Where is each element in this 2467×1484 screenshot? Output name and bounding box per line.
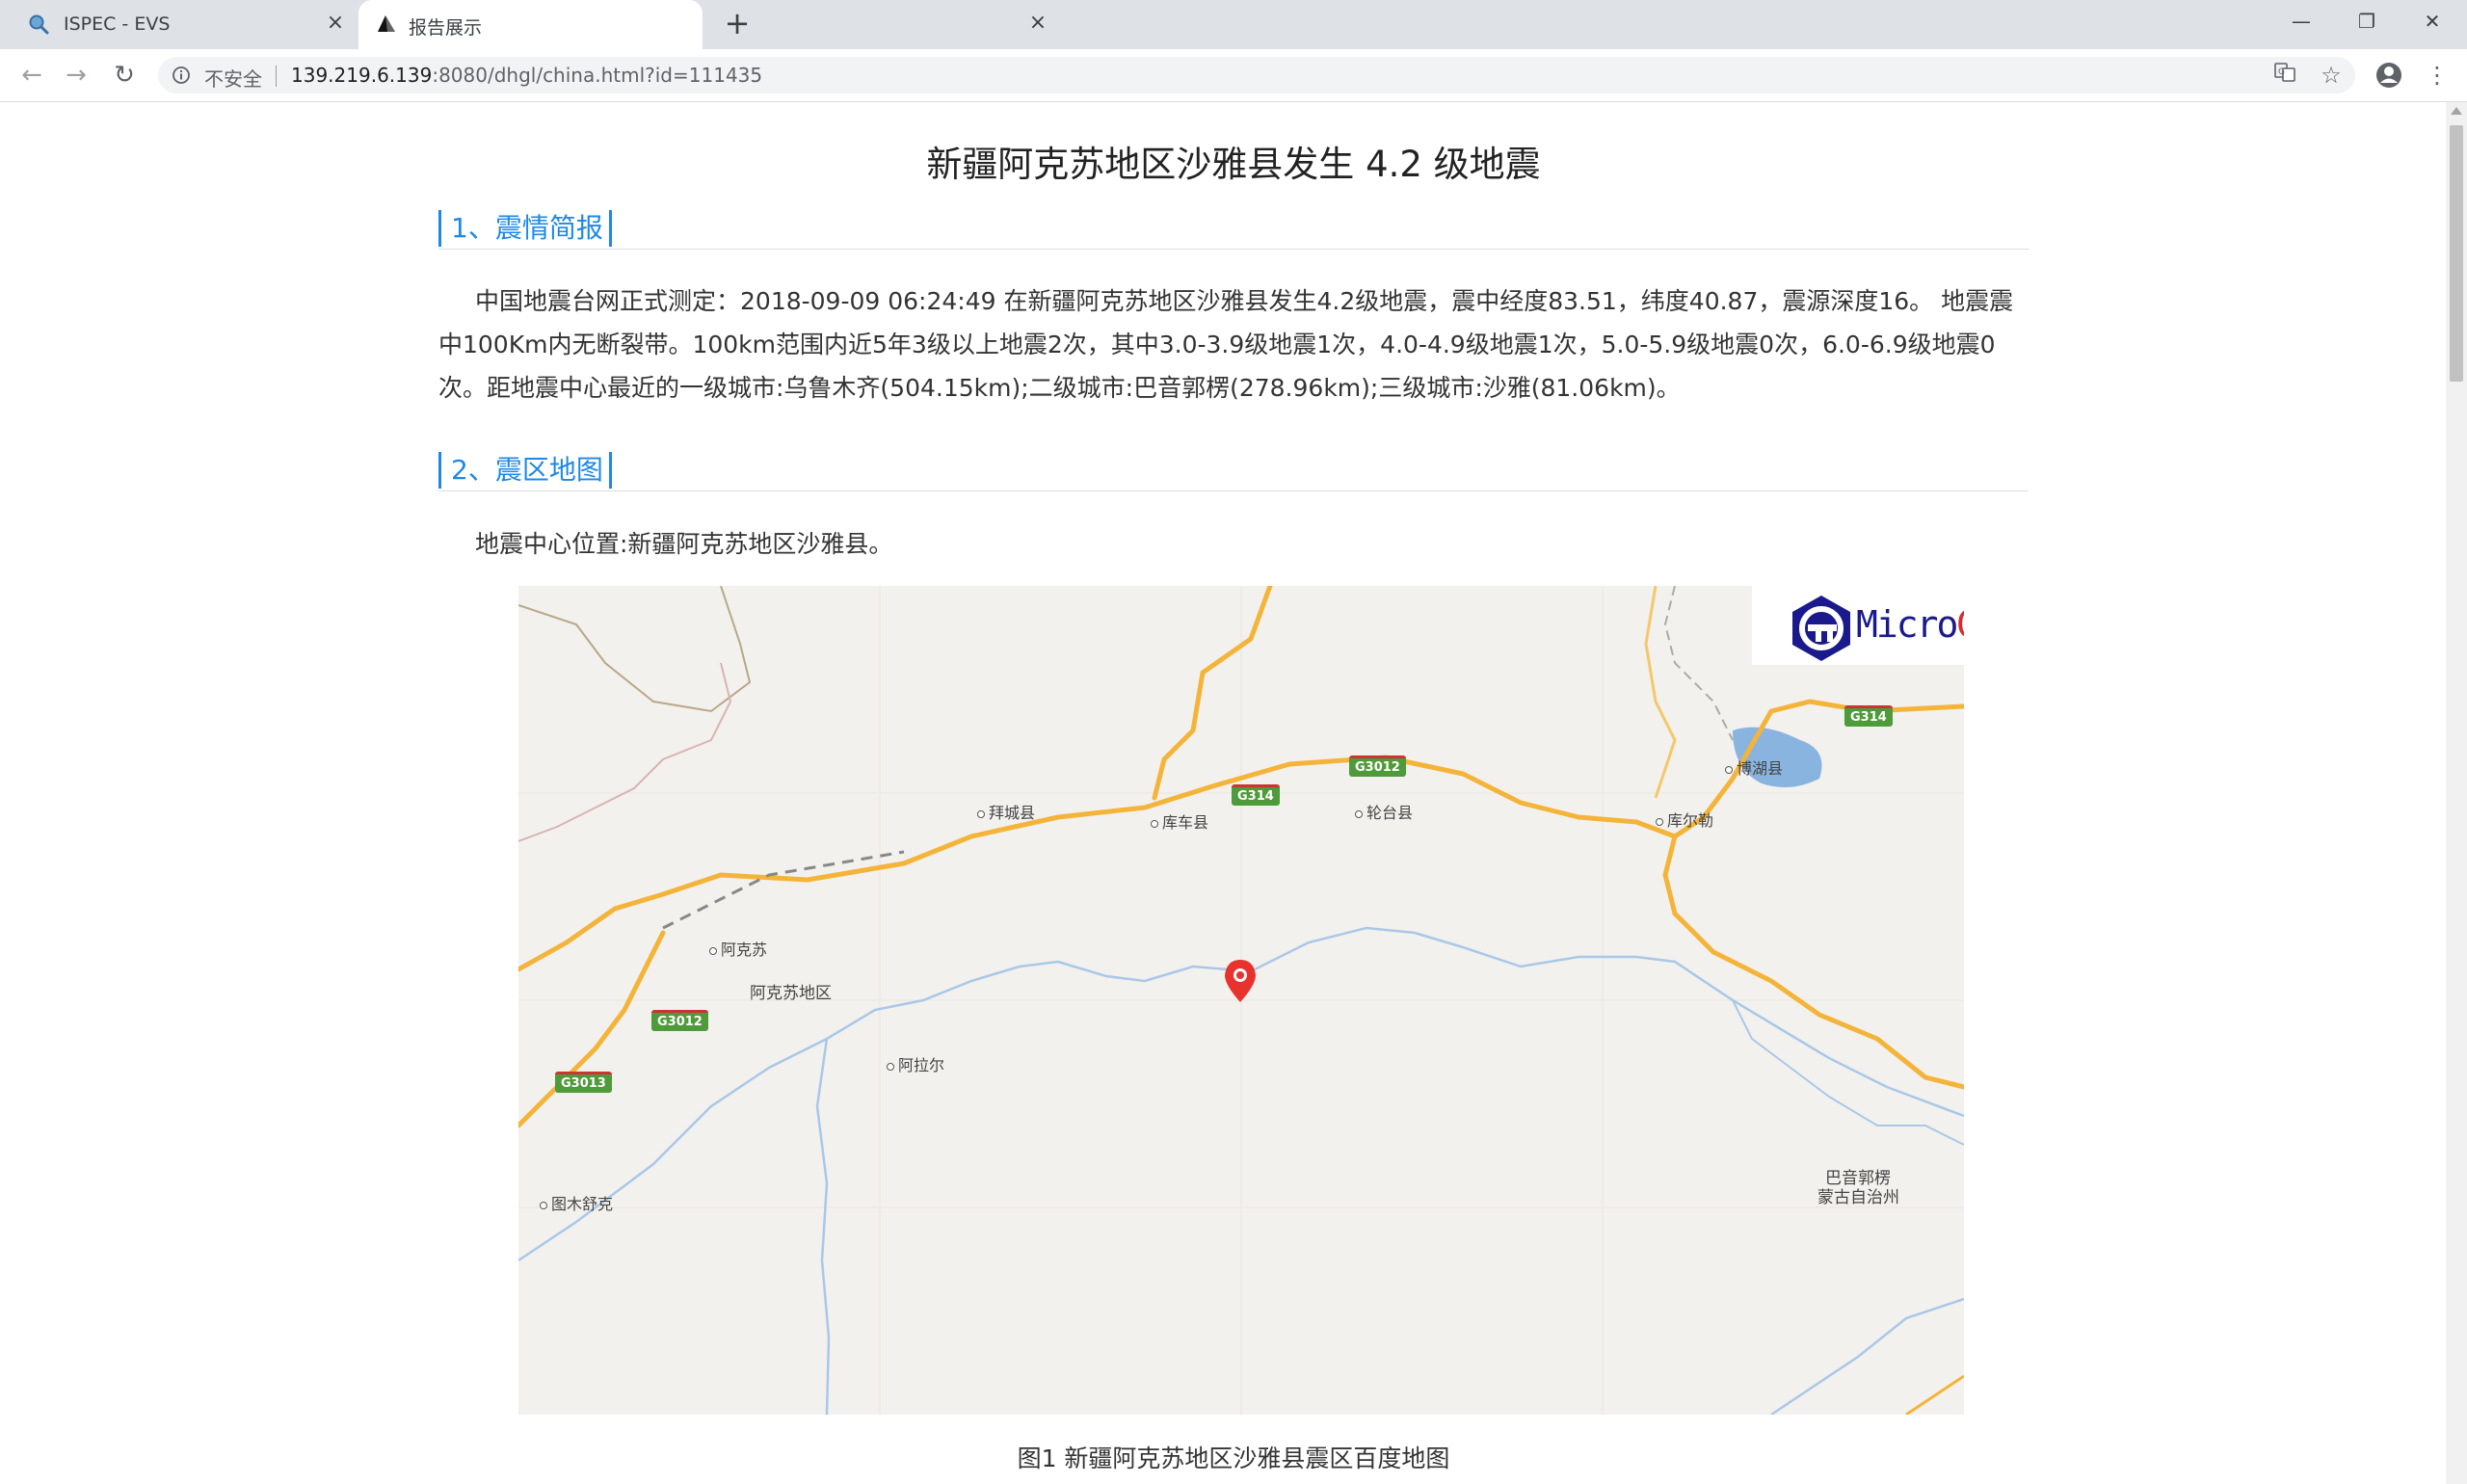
- tab-ispec-evs[interactable]: ISPEC - EVS ×: [0, 0, 355, 49]
- briefing-paragraph: 中国地震台网正式测定：2018-09-09 06:24:49 在新疆阿克苏地区沙…: [438, 287, 2014, 402]
- figure-caption: 图1 新疆阿克苏地区沙雅县震区百度地图: [1017, 1444, 1450, 1472]
- sail-icon: [376, 13, 397, 38]
- city-dot: [1151, 819, 1158, 828]
- page-content: 新疆阿克苏地区沙雅县发生 4.2 级地震 1、震情简报 中国地震台网正式测定：2…: [0, 102, 2446, 1484]
- section-heading-briefing: 1、震情简报: [438, 210, 2029, 250]
- map-city-label: 拜城县: [977, 800, 1035, 823]
- microg-logo-icon: [1792, 596, 1850, 661]
- map-region-label: 蒙古自治州: [1817, 1188, 1899, 1207]
- map-canvas: [518, 586, 1964, 1415]
- url-text[interactable]: 139.219.6.139:8080/dhgl/china.html?id=11…: [291, 64, 762, 87]
- microg-logo: MicroG: [1752, 586, 1964, 665]
- scroll-up-arrow-icon[interactable]: [2451, 107, 2462, 115]
- map-city-label: 博湖县: [1725, 755, 1783, 779]
- info-icon[interactable]: [172, 66, 191, 89]
- forward-icon[interactable]: →: [60, 59, 93, 92]
- report-title: 新疆阿克苏地区沙雅县发生 4.2 级地震: [926, 144, 1541, 185]
- svg-text:G: G: [2278, 67, 2285, 77]
- section-heading-map: 2、震区地图: [438, 452, 2029, 491]
- map-region-label: 阿克苏地区: [750, 984, 832, 1003]
- city-dot: [1725, 765, 1733, 774]
- map-city-label: 图木舒克: [540, 1191, 613, 1214]
- browser-toolbar: ← → ↻ 不安全 139.219.6.139:8080/dhgl/china.…: [0, 49, 2467, 102]
- highway-shield: G3012: [651, 1010, 708, 1031]
- new-tab-button[interactable]: +: [721, 8, 754, 40]
- restore-icon[interactable]: ❐: [2346, 8, 2388, 35]
- reload-icon[interactable]: ↻: [108, 59, 141, 92]
- logo-wordmark: MicroG: [1856, 603, 1964, 646]
- menu-kebab-icon[interactable]: ⋮: [2423, 61, 2452, 90]
- highway-shield: G3013: [555, 1072, 612, 1093]
- close-window-icon[interactable]: ✕: [2411, 8, 2454, 35]
- epicenter-map[interactable]: 拜城县 库车县 轮台县 库尔勒 博湖县 阿克苏 阿拉尔 图木舒克 阿克苏地区 巴…: [518, 586, 1964, 1415]
- tab-strip: ISPEC - EVS × 报告展示 × + — ❐ ✕: [0, 0, 2467, 49]
- security-label[interactable]: 不安全: [204, 64, 262, 92]
- search-icon: [27, 13, 50, 40]
- page-scrollbar[interactable]: [2446, 102, 2467, 1484]
- section-title: 2、震区地图: [438, 452, 612, 489]
- city-dot: [887, 1062, 894, 1071]
- star-icon[interactable]: ☆: [2317, 61, 2346, 90]
- highway-shield: G314: [1232, 784, 1280, 806]
- city-dot: [709, 946, 717, 955]
- address-bar[interactable]: 不安全 139.219.6.139:8080/dhgl/china.html?i…: [158, 57, 2355, 93]
- map-city-label: 阿克苏: [709, 937, 767, 960]
- city-dot: [540, 1201, 547, 1209]
- epicenter-marker[interactable]: [1225, 960, 1256, 1002]
- highway-shield: G314: [1844, 705, 1893, 727]
- scrollbar-thumb[interactable]: [2450, 125, 2463, 382]
- tab-title: 报告展示: [409, 17, 483, 39]
- close-icon[interactable]: ×: [1026, 12, 1049, 35]
- highway-shield: G3012: [1349, 755, 1406, 777]
- map-city-label: 库车县: [1151, 809, 1208, 833]
- minimize-icon[interactable]: —: [2280, 8, 2322, 35]
- url-path: :8080/dhgl/china.html?id=111435: [432, 64, 763, 87]
- url-host: 139.219.6.139: [291, 64, 433, 87]
- city-dot: [1656, 817, 1663, 826]
- back-icon[interactable]: ←: [15, 59, 48, 92]
- map-city-label: 轮台县: [1355, 800, 1413, 823]
- map-city-label: 库尔勒: [1656, 808, 1713, 831]
- omnibox-separator: [276, 66, 277, 87]
- map-city-label: 阿拉尔: [887, 1052, 944, 1075]
- city-dot: [1355, 809, 1363, 818]
- close-icon[interactable]: ×: [324, 12, 347, 35]
- map-location-paragraph: 地震中心位置:新疆阿克苏地区沙雅县。: [475, 530, 893, 558]
- translate-icon[interactable]: G: [2270, 61, 2299, 90]
- city-dot: [977, 809, 985, 818]
- account-icon[interactable]: [2374, 61, 2403, 90]
- tab-title: ISPEC - EVS: [64, 13, 171, 35]
- section-title: 1、震情简报: [438, 210, 612, 247]
- tab-report[interactable]: 报告展示 ×: [358, 0, 1047, 49]
